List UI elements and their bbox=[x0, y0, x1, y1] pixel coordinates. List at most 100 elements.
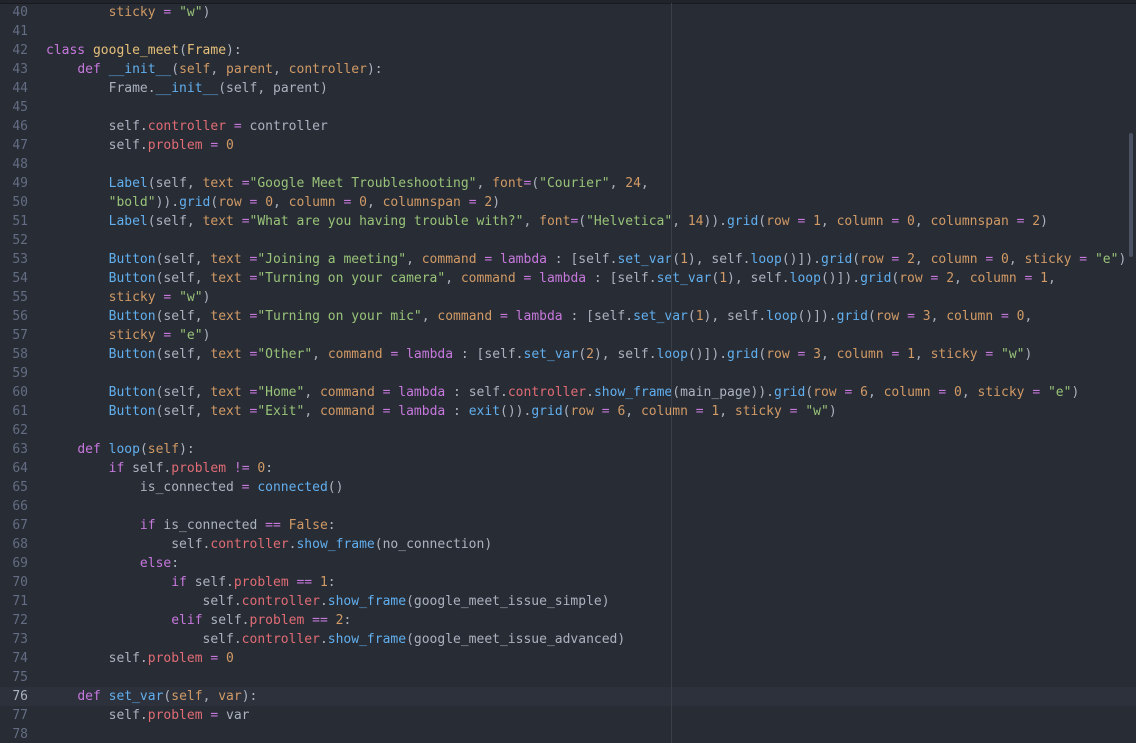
code-line[interactable]: 46 self.controller = controller bbox=[0, 117, 1136, 136]
code-line[interactable]: 56 Button(self, text = "Turning on your m… bbox=[0, 307, 1136, 326]
code-line[interactable]: 49 Label(self, text ="Google Meet Troubl… bbox=[0, 174, 1136, 193]
code-token: ( bbox=[852, 252, 861, 267]
code-line[interactable]: 68 self.controller.show_frame(no_connect… bbox=[0, 535, 1136, 554]
code-line[interactable]: 63 def loop(self): bbox=[0, 440, 1136, 459]
code-line[interactable]: 70 if self.problem == 1: bbox=[0, 573, 1136, 592]
code-token: "w" bbox=[1001, 347, 1025, 362]
code-line[interactable]: 41 bbox=[0, 22, 1136, 41]
code-line[interactable]: 67 if is_connected == False: bbox=[0, 516, 1136, 535]
code-line[interactable]: 71 self.controller.show_frame(google_mee… bbox=[0, 592, 1136, 611]
code-line[interactable]: 59 bbox=[0, 364, 1136, 383]
code-token: text bbox=[202, 214, 234, 229]
code-line[interactable]: 40 sticky = "w") bbox=[0, 3, 1136, 22]
code-line[interactable]: 64 if self.problem != 0: bbox=[0, 459, 1136, 478]
code-line[interactable]: 42 class google_meet(Frame): bbox=[0, 41, 1136, 60]
code-token: command bbox=[460, 271, 516, 286]
line-code: Button(self, text ="Other", command = la… bbox=[46, 345, 1033, 364]
code-line[interactable]: 55 sticky = "w") bbox=[0, 288, 1136, 307]
line-number: 61 bbox=[12, 404, 28, 419]
line-number: 58 bbox=[12, 347, 28, 362]
code-token: ), self. bbox=[703, 309, 767, 324]
code-token: set_var bbox=[656, 271, 712, 286]
line-number: 63 bbox=[12, 442, 28, 457]
code-line[interactable]: 65 is_connected = connected() bbox=[0, 478, 1136, 497]
line-number: 62 bbox=[12, 423, 28, 438]
code-token: = bbox=[789, 404, 798, 419]
code-line[interactable]: 51 Label(self, text ="What are you havin… bbox=[0, 212, 1136, 231]
code-token: sticky bbox=[108, 5, 156, 20]
code-token: , bbox=[914, 347, 931, 362]
code-line[interactable]: 50 "bold")).grid(row = 0, column = 0, co… bbox=[0, 193, 1136, 212]
code-line[interactable]: 47 self.problem = 0 bbox=[0, 136, 1136, 155]
code-token: problem bbox=[233, 575, 289, 590]
code-line[interactable]: 66 bbox=[0, 497, 1136, 516]
code-line[interactable]: 69 else: bbox=[0, 554, 1136, 573]
line-code: def __init__(self, parent, controller): bbox=[46, 60, 382, 79]
code-line[interactable]: 48 bbox=[0, 155, 1136, 174]
code-token: def bbox=[77, 62, 101, 77]
code-line[interactable]: 73 self.controller.show_frame(google_mee… bbox=[0, 630, 1136, 649]
code-token: "w" bbox=[179, 290, 203, 305]
code-line[interactable]: 75 bbox=[0, 668, 1136, 687]
code-line[interactable]: 61 Button(self, text = "Exit", command = … bbox=[0, 402, 1136, 421]
code-token: show_frame bbox=[593, 385, 673, 400]
code-token: row bbox=[860, 252, 884, 267]
code-token: , bbox=[1047, 271, 1056, 286]
code-line[interactable]: 54 Button(self, text ="Turning on your c… bbox=[0, 269, 1136, 288]
code-token: ) bbox=[1024, 347, 1033, 362]
code-token: (self, bbox=[155, 385, 211, 400]
code-token: command bbox=[319, 385, 375, 400]
code-token: 0 bbox=[1001, 252, 1009, 267]
code-token: 1 bbox=[680, 252, 688, 267]
code-line[interactable]: 57 sticky = "e") bbox=[0, 326, 1136, 345]
code-line[interactable]: 43 def __init__(self, parent, controller… bbox=[0, 60, 1136, 79]
line-number: 43 bbox=[12, 62, 28, 77]
code-token: ( bbox=[578, 347, 587, 362]
code-token: controller bbox=[241, 632, 320, 647]
line-number: 75 bbox=[12, 670, 28, 685]
code-line[interactable]: 77 self.problem = var bbox=[0, 706, 1136, 725]
code-token: 3 bbox=[922, 309, 931, 324]
line-number: 49 bbox=[12, 176, 28, 191]
code-editor[interactable]: 40 sticky = "w") 41 42 class google_meet(Fr… bbox=[0, 0, 1136, 743]
code-line[interactable]: 44 Frame.__init__(self, parent) bbox=[0, 79, 1136, 98]
vertical-scrollbar[interactable] bbox=[1126, 3, 1136, 743]
code-line[interactable]: 76 def set_var(self, var): bbox=[0, 687, 1136, 706]
code-token: self bbox=[147, 442, 180, 457]
code-token: lambda bbox=[500, 252, 547, 267]
code-token: 14 bbox=[687, 214, 704, 229]
code-token: column bbox=[836, 347, 884, 362]
code-token: if bbox=[171, 575, 187, 590]
scrollbar-thumb[interactable] bbox=[1129, 133, 1133, 257]
code-line[interactable]: 62 bbox=[0, 421, 1136, 440]
code-line[interactable]: 78 bbox=[0, 725, 1136, 743]
code-line[interactable]: 74 self.problem = 0 bbox=[0, 649, 1136, 668]
code-line[interactable]: 52 bbox=[0, 231, 1136, 250]
code-token: grid bbox=[531, 404, 563, 419]
code-token: , bbox=[820, 347, 837, 362]
code-token: self. bbox=[124, 461, 172, 476]
code-token: text bbox=[202, 176, 234, 191]
code-token: def bbox=[77, 442, 101, 457]
editor-lines[interactable]: 40 sticky = "w") 41 42 class google_meet(Fr… bbox=[0, 3, 1136, 743]
code-token: , bbox=[930, 309, 947, 324]
code-token: row bbox=[218, 195, 242, 210]
code-line[interactable]: 53 Button(self, text = "Joining a meeting… bbox=[0, 250, 1136, 269]
code-line[interactable]: 58 Button(self, text ="Other", command =… bbox=[0, 345, 1136, 364]
line-number: 73 bbox=[12, 632, 28, 647]
code-token: 3 bbox=[813, 347, 821, 362]
code-line[interactable]: 72 elif self.problem == 2: bbox=[0, 611, 1136, 630]
code-token: : bbox=[343, 613, 352, 628]
code-line[interactable]: 45 bbox=[0, 98, 1136, 117]
code-line[interactable]: 60 Button(self, text ="Home", command = … bbox=[0, 383, 1136, 402]
